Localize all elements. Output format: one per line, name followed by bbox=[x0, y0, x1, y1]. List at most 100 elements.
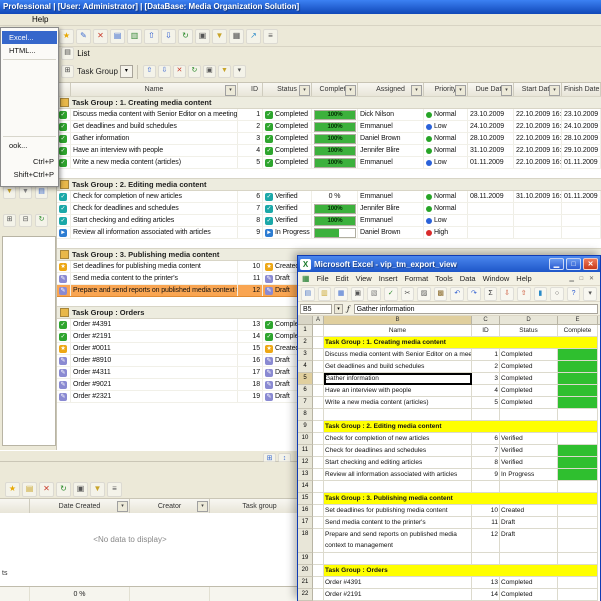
excel-cell[interactable]: 13 bbox=[472, 577, 500, 589]
excel-cell[interactable] bbox=[500, 409, 558, 421]
excel-row-header[interactable]: 17 bbox=[298, 517, 313, 529]
excel-cell[interactable]: 1 bbox=[472, 349, 500, 361]
filter-clear-icon[interactable]: ▼ bbox=[19, 186, 32, 199]
excel-cell[interactable] bbox=[313, 481, 324, 493]
excel-titlebar[interactable]: X Microsoft Excel - vip_tm_export_view ▁… bbox=[298, 256, 600, 272]
excel-group-cell[interactable]: Task Group : 2. Editing media content bbox=[324, 421, 598, 433]
column-header-date-created[interactable]: Date Created▾ bbox=[30, 499, 130, 513]
view-label[interactable]: List bbox=[77, 49, 89, 58]
excel-cell[interactable]: 2 bbox=[472, 361, 500, 373]
column-header-due-date[interactable]: Due Date▾ bbox=[468, 83, 514, 96]
dropdown-icon[interactable]: ▾ bbox=[233, 65, 246, 78]
excel-cell[interactable] bbox=[324, 409, 472, 421]
workbook-window-controls[interactable]: ▁ □ ✕ bbox=[569, 275, 596, 282]
excel-row-header[interactable]: 18 bbox=[298, 529, 313, 553]
filter-dropdown-icon[interactable]: ▾ bbox=[117, 501, 128, 512]
excel-cell[interactable]: In Progress bbox=[500, 469, 558, 481]
excel-cell[interactable] bbox=[313, 445, 324, 457]
excel-row-header[interactable]: 3 bbox=[298, 349, 313, 361]
refresh-icon[interactable]: ↻ bbox=[56, 482, 71, 497]
excel-cell[interactable]: 6 bbox=[472, 433, 500, 445]
excel-cell[interactable] bbox=[472, 481, 500, 493]
excel-cell[interactable] bbox=[558, 409, 598, 421]
excel-row-header[interactable]: 16 bbox=[298, 505, 313, 517]
excel-cell[interactable]: Completed bbox=[500, 577, 558, 589]
task-row[interactable]: ►Review all information associated with … bbox=[57, 227, 601, 239]
excel-cell[interactable]: 11 bbox=[472, 517, 500, 529]
excel-cell[interactable] bbox=[313, 505, 324, 517]
excel-column-c[interactable]: C bbox=[472, 316, 500, 324]
excel-cell[interactable] bbox=[558, 445, 598, 457]
sort-descending-icon[interactable]: ⇩ bbox=[158, 65, 171, 78]
excel-cell[interactable]: Verified bbox=[500, 445, 558, 457]
excel-column-d[interactable]: D bbox=[500, 316, 558, 324]
excel-row-header[interactable]: 11 bbox=[298, 445, 313, 457]
new-item-icon[interactable]: ★ bbox=[5, 482, 20, 497]
new-workbook-icon[interactable]: ▤ bbox=[301, 287, 315, 301]
excel-cell[interactable]: Write a new media content (articles) bbox=[324, 397, 472, 409]
print-icon[interactable]: ▣ bbox=[203, 65, 216, 78]
edit-task-icon[interactable]: ✎ bbox=[76, 29, 91, 44]
task-list-icon[interactable]: ▤ bbox=[110, 29, 125, 44]
excel-menu-edit[interactable]: Edit bbox=[336, 274, 349, 283]
excel-cell[interactable]: Completed bbox=[500, 349, 558, 361]
excel-row-header[interactable]: 7 bbox=[298, 397, 313, 409]
file-menu-item[interactable]: HTML... bbox=[2, 44, 57, 57]
task-group-selector[interactable]: Task Group bbox=[77, 67, 118, 76]
excel-cell[interactable]: Draft bbox=[500, 517, 558, 529]
excel-cell[interactable] bbox=[558, 577, 598, 589]
excel-cell[interactable]: Gather information bbox=[324, 373, 472, 385]
clear-icon[interactable]: ✕ bbox=[173, 65, 186, 78]
export-icon[interactable]: ↗ bbox=[246, 29, 261, 44]
filter-dropdown-icon[interactable]: ▾ bbox=[549, 85, 560, 96]
excel-cell[interactable]: 12 bbox=[472, 529, 500, 553]
excel-cell[interactable] bbox=[500, 481, 558, 493]
column-header-id[interactable]: ID bbox=[238, 83, 263, 96]
excel-menu-format[interactable]: Format bbox=[404, 274, 428, 283]
excel-cell[interactable]: 9 bbox=[472, 469, 500, 481]
excel-cell[interactable] bbox=[558, 481, 598, 493]
excel-cell[interactable] bbox=[313, 565, 324, 577]
excel-cell[interactable]: Completed bbox=[500, 373, 558, 385]
excel-cell[interactable]: Completed bbox=[500, 397, 558, 409]
print-icon[interactable]: ▣ bbox=[73, 482, 88, 497]
excel-cell[interactable]: 14 bbox=[472, 589, 500, 601]
task-row[interactable]: ✓Check for deadlines and schedules7✓Veri… bbox=[57, 203, 601, 215]
excel-cell[interactable] bbox=[558, 517, 598, 529]
excel-cell[interactable] bbox=[558, 457, 598, 469]
delete-task-icon[interactable]: ✕ bbox=[93, 29, 108, 44]
excel-menu-window[interactable]: Window bbox=[483, 274, 510, 283]
excel-cell[interactable]: 10 bbox=[472, 505, 500, 517]
excel-group-cell[interactable]: Task Group : Orders bbox=[324, 565, 598, 577]
zoom-icon[interactable]: ○ bbox=[550, 287, 564, 301]
filter-dropdown-icon[interactable]: ▾ bbox=[225, 85, 236, 96]
paste-icon[interactable]: ▩ bbox=[434, 287, 448, 301]
excel-cell[interactable] bbox=[313, 337, 324, 349]
excel-cell[interactable]: Status bbox=[500, 325, 558, 337]
excel-cell[interactable]: Check for completion of new articles bbox=[324, 433, 472, 445]
excel-cell[interactable]: Verified bbox=[500, 457, 558, 469]
excel-cell[interactable] bbox=[313, 385, 324, 397]
excel-cell[interactable] bbox=[324, 553, 472, 565]
filter-icon[interactable]: ▼ bbox=[212, 29, 227, 44]
settings-icon[interactable]: ≡ bbox=[263, 29, 278, 44]
name-box-dropdown-icon[interactable]: ▾ bbox=[334, 304, 343, 314]
save-icon[interactable]: ▦ bbox=[334, 287, 348, 301]
restore-button[interactable]: □ bbox=[566, 258, 581, 270]
excel-row-header[interactable]: 2 bbox=[298, 337, 313, 349]
task-row[interactable]: ✓Gather information3✓Completed100%Daniel… bbox=[57, 133, 601, 145]
excel-row-header[interactable]: 5 bbox=[298, 373, 313, 385]
filter-dropdown-icon[interactable]: ▾ bbox=[501, 85, 512, 96]
cut-icon[interactable]: ✂ bbox=[401, 287, 415, 301]
excel-cell[interactable] bbox=[558, 385, 598, 397]
excel-cell[interactable] bbox=[558, 589, 598, 601]
excel-cell[interactable]: Prepare and send reports on published me… bbox=[324, 529, 472, 553]
excel-cell[interactable] bbox=[313, 397, 324, 409]
autosum-icon[interactable]: Σ bbox=[484, 287, 498, 301]
column-header-complete[interactable]: Complete▾ bbox=[312, 83, 358, 96]
excel-row-header[interactable]: 20 bbox=[298, 565, 313, 577]
excel-cell[interactable]: Name bbox=[324, 325, 472, 337]
excel-cell[interactable] bbox=[472, 553, 500, 565]
excel-group-cell[interactable]: Task Group : 1. Creating media content bbox=[324, 337, 598, 349]
excel-column-a[interactable]: A bbox=[313, 316, 324, 324]
